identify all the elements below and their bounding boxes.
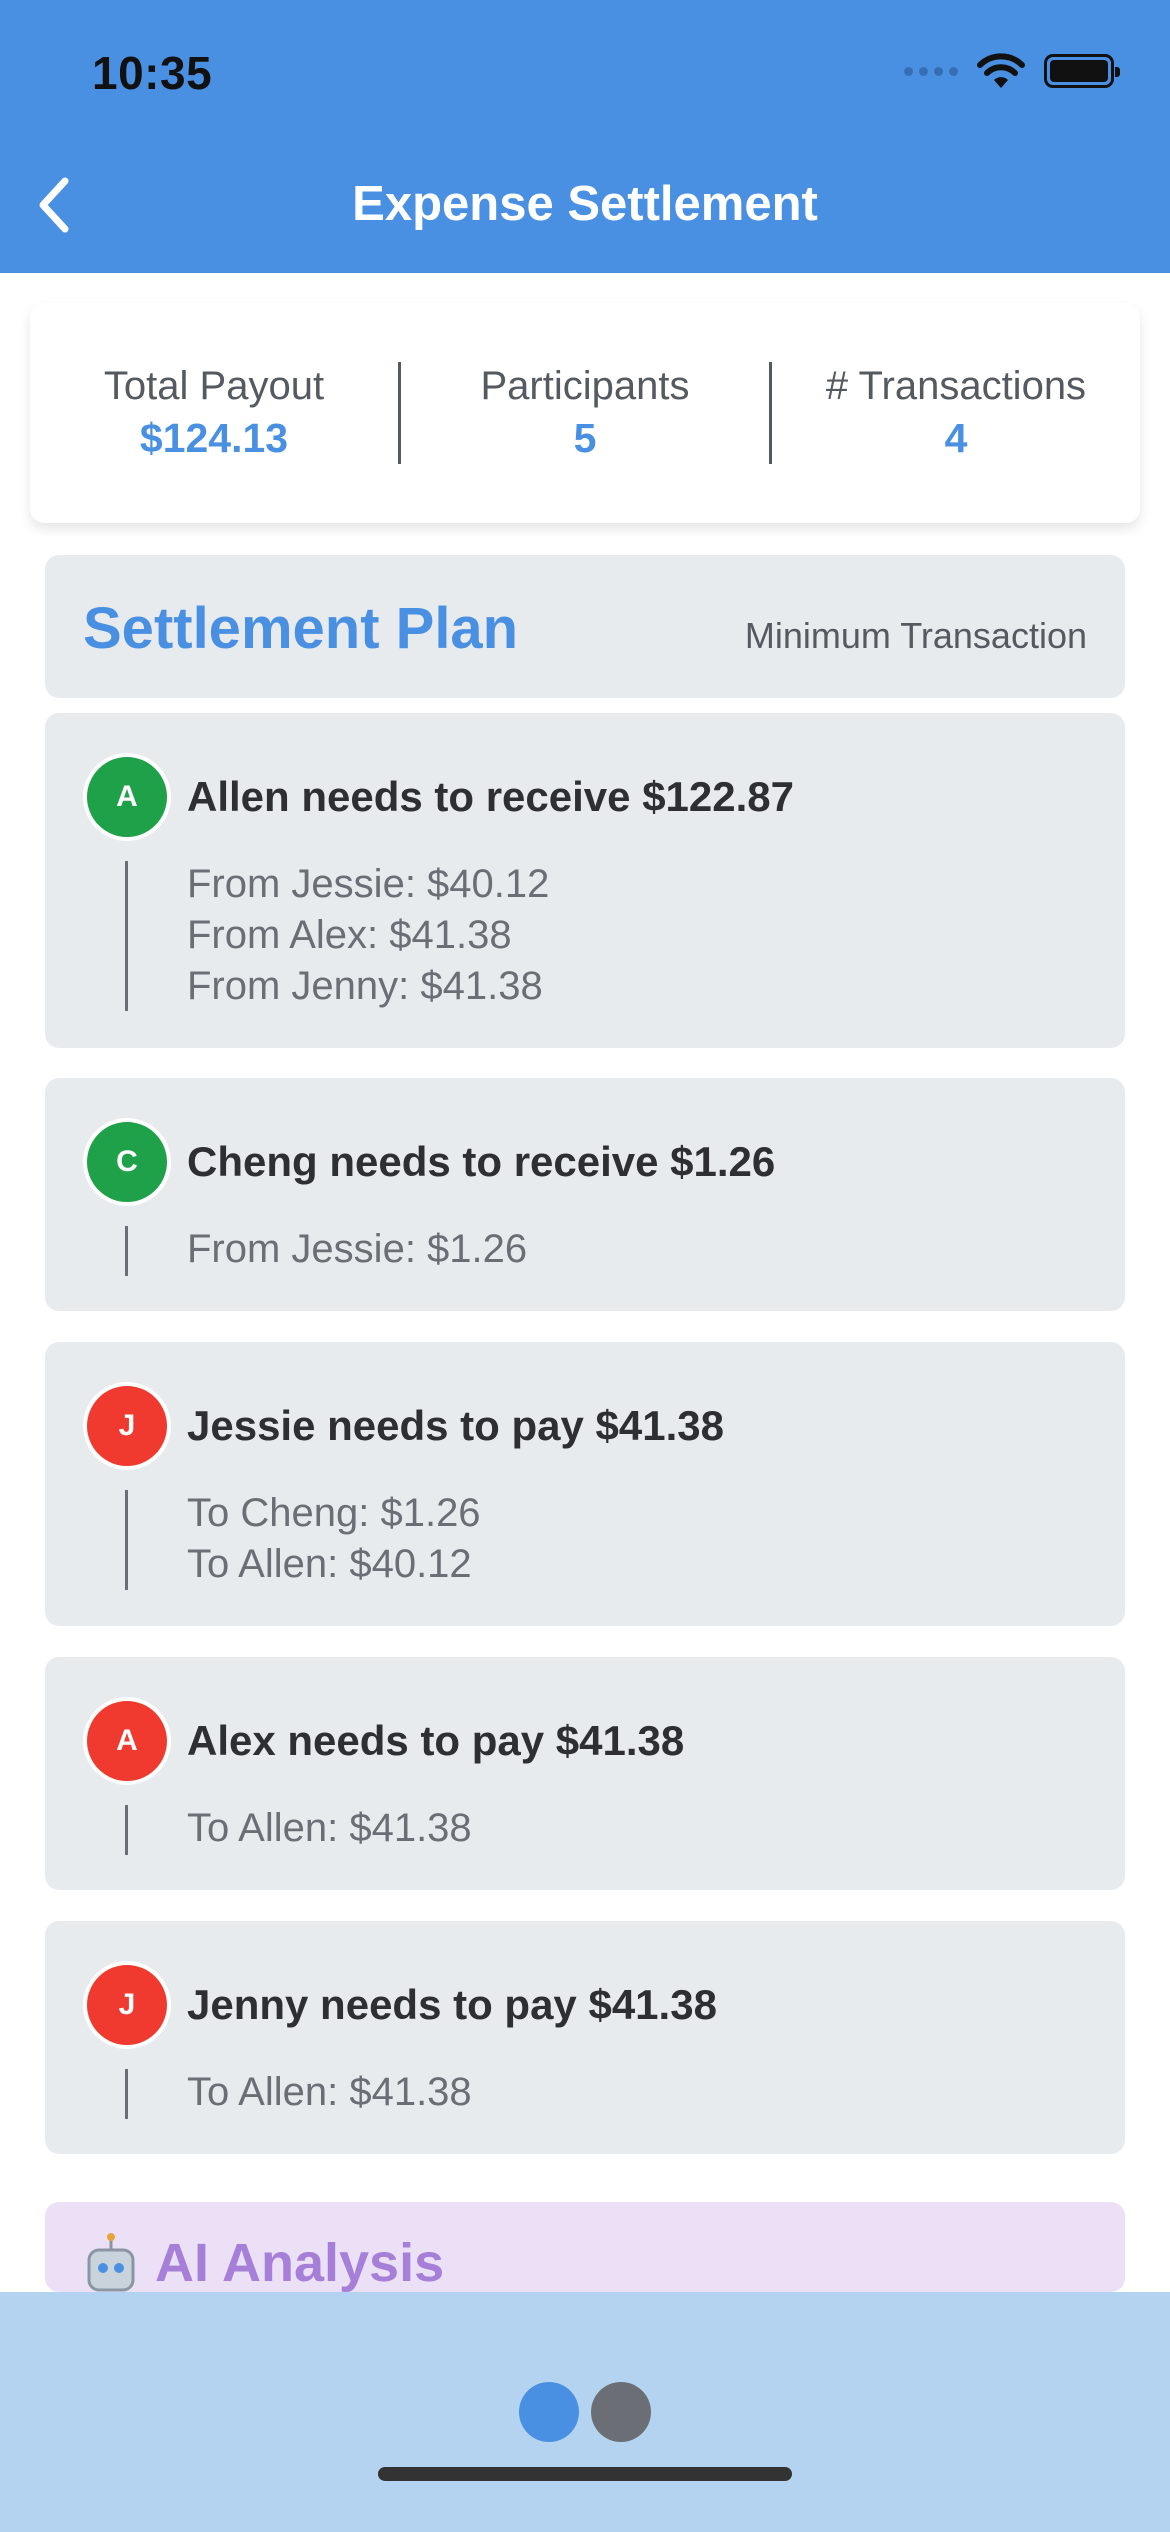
avatar: A <box>83 753 171 841</box>
home-indicator[interactable] <box>378 2467 792 2481</box>
detail-item: To Allen: $41.38 <box>187 2070 472 2114</box>
entry-title: Jenny needs to pay $41.38 <box>187 1981 717 2028</box>
entry-details: From Jessie: $40.12 From Alex: $41.38 Fr… <box>187 859 549 1012</box>
header-bar: 10:35 Expense Settlement <box>0 0 1170 273</box>
detail-line <box>125 861 128 1011</box>
detail-item: To Allen: $40.12 <box>187 1542 472 1586</box>
avatar: J <box>83 1961 171 2049</box>
entry-details: To Allen: $41.38 <box>187 1803 472 1854</box>
detail-item: From Jenny: $41.38 <box>187 964 543 1008</box>
detail-item: To Cheng: $1.26 <box>187 1491 481 1535</box>
wifi-icon <box>977 53 1025 88</box>
settlement-entry: J Jenny needs to pay $41.38 To Allen: $4… <box>45 1921 1125 2154</box>
settlement-plan-title: Settlement Plan <box>83 596 519 661</box>
entry-details: To Allen: $41.38 <box>187 2067 472 2118</box>
summary-label: Participants <box>480 364 690 408</box>
settlement-entry: A Alex needs to pay $41.38 To Allen: $41… <box>45 1657 1125 1890</box>
summary-label: # Transactions <box>825 364 1087 408</box>
summary-card: Total Payout $124.13 Participants 5 # Tr… <box>30 303 1140 523</box>
detail-line <box>125 1490 128 1590</box>
settlement-entry: A Allen needs to receive $122.87 From Je… <box>45 713 1125 1048</box>
detail-item: From Jessie: $1.26 <box>187 1227 528 1271</box>
page-dot-active[interactable] <box>519 2382 579 2442</box>
avatar: C <box>83 1118 171 1206</box>
settlement-entry: C Cheng needs to receive $1.26 From Jess… <box>45 1078 1125 1311</box>
detail-line <box>125 1805 128 1855</box>
settlement-entry: J Jessie needs to pay $41.38 To Cheng: $… <box>45 1342 1125 1626</box>
settlement-mode-label[interactable]: Minimum Transaction <box>745 615 1087 657</box>
avatar: J <box>83 1382 171 1470</box>
detail-line <box>125 1226 128 1276</box>
summary-transactions: # Transactions 4 <box>772 364 1140 462</box>
entry-details: From Jessie: $1.26 <box>187 1224 527 1275</box>
ai-analysis-card[interactable]: AI Analysis <box>45 2202 1125 2292</box>
page-dot-inactive[interactable] <box>591 2382 651 2442</box>
detail-item: From Alex: $41.38 <box>187 913 512 957</box>
bottom-bar <box>0 2292 1170 2532</box>
detail-line <box>125 2069 128 2119</box>
summary-label: Total Payout <box>103 364 325 408</box>
cellular-signal-icon <box>904 66 958 76</box>
status-icons <box>904 52 1120 90</box>
status-time: 10:35 <box>92 47 213 99</box>
summary-total-payout: Total Payout $124.13 <box>30 364 398 462</box>
summary-value: $124.13 <box>139 415 289 461</box>
robot-icon <box>87 2233 135 2292</box>
entry-title: Jessie needs to pay $41.38 <box>187 1402 724 1449</box>
summary-participants: Participants 5 <box>401 364 769 462</box>
detail-item: From Jessie: $40.12 <box>187 862 550 906</box>
page-indicator <box>0 2382 1170 2442</box>
summary-value: 4 <box>944 415 968 461</box>
settlement-plan-header: Settlement Plan Minimum Transaction <box>45 555 1125 698</box>
summary-value: 5 <box>573 415 597 461</box>
detail-item: To Allen: $41.38 <box>187 1806 472 1850</box>
entry-title: Cheng needs to receive $1.26 <box>187 1138 776 1185</box>
ai-analysis-title: AI Analysis <box>155 2233 445 2292</box>
entry-details: To Cheng: $1.26 To Allen: $40.12 <box>187 1488 481 1590</box>
entry-title: Alex needs to pay $41.38 <box>187 1717 685 1764</box>
entry-title: Allen needs to receive $122.87 <box>187 773 795 820</box>
avatar: A <box>83 1697 171 1785</box>
battery-icon <box>1044 54 1120 88</box>
page-title: Expense Settlement <box>352 177 818 231</box>
